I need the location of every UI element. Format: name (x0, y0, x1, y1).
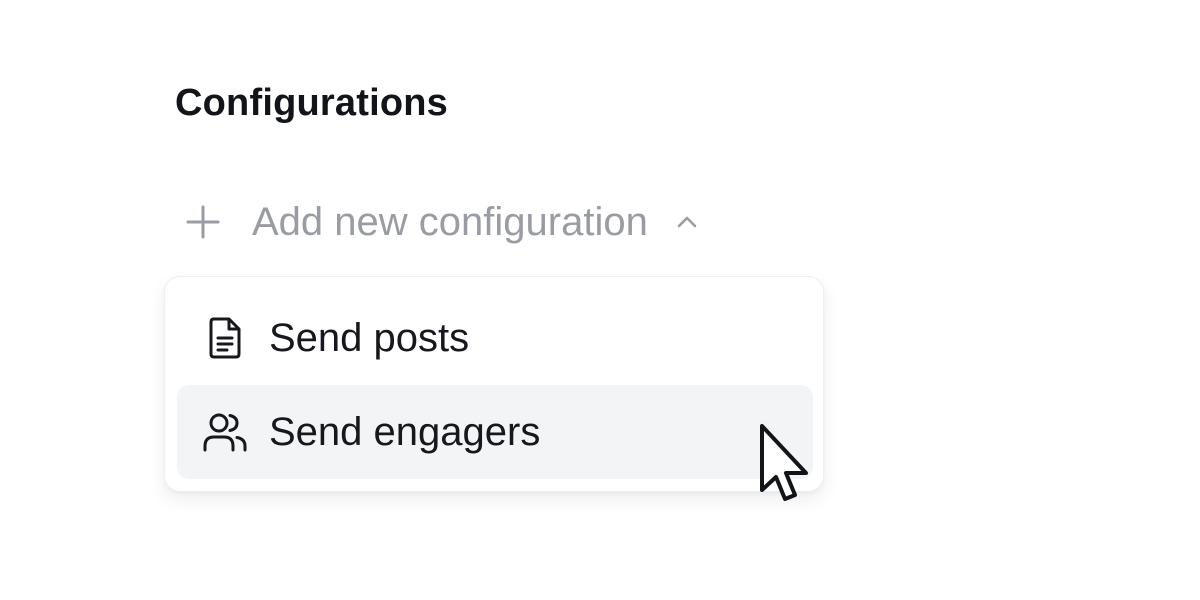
users-icon (201, 408, 249, 456)
document-icon (201, 314, 249, 362)
menu-item-label: Send posts (269, 316, 470, 360)
menu-item-label: Send engagers (269, 410, 541, 454)
configurations-panel: Configurations Add new configuration Sen… (0, 0, 1200, 600)
menu-item-send-engagers[interactable]: Send engagers (177, 385, 813, 479)
add-configuration-label: Add new configuration (252, 200, 648, 244)
plus-icon (180, 199, 226, 245)
add-configuration-button[interactable]: Add new configuration (180, 194, 704, 250)
menu-item-send-posts[interactable]: Send posts (177, 291, 813, 385)
section-title: Configurations (175, 82, 448, 124)
configuration-dropdown-menu: Send posts Send engagers (164, 276, 824, 492)
chevron-up-icon[interactable] (670, 205, 704, 239)
mouse-pointer-icon (754, 420, 816, 508)
